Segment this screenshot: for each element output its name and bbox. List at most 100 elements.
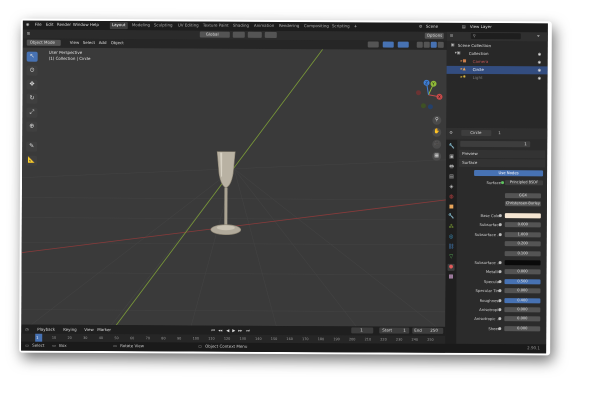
tab-scripting[interactable]: Scripting	[330, 23, 352, 30]
property-value-field[interactable]: 0.400	[504, 297, 541, 303]
add-workspace-button[interactable]: +	[354, 23, 357, 29]
pivot-dropdown[interactable]	[232, 31, 245, 38]
render-tab-icon[interactable]: ▣	[448, 154, 455, 161]
play-reverse-icon[interactable]: ◀	[226, 328, 229, 334]
outliner-editor-icon[interactable]: ☰	[450, 33, 454, 39]
perspective-toggle-icon[interactable]: ▦	[432, 151, 442, 161]
distribution-dropdown[interactable]: GGX	[504, 193, 541, 199]
navigation-gizmo[interactable]: X Y Z	[413, 79, 443, 110]
camera-view-icon[interactable]: 🎥	[432, 139, 442, 149]
visibility-eye-icon[interactable]: ◉	[538, 67, 542, 73]
surface-section-header[interactable]: Surface	[459, 158, 546, 168]
modifier-tab-icon[interactable]: 🔧	[448, 214, 455, 221]
timeline-menu-marker[interactable]: Marker	[97, 327, 111, 333]
prev-key-icon[interactable]: ◂◂	[218, 328, 222, 334]
property-value-field[interactable]: 0.000	[504, 269, 541, 275]
visibility-eye-icon[interactable]: ◉	[538, 59, 542, 65]
timeline-editor-icon[interactable]: ◷	[25, 327, 29, 333]
tab-layout[interactable]: Layout	[109, 22, 128, 30]
viewport-menu-object[interactable]: Object	[111, 40, 124, 46]
surface-shader-field[interactable]: Principled BSDF	[505, 180, 544, 186]
next-key-icon[interactable]: ▸▸	[238, 328, 242, 334]
texture-tab-icon[interactable]: ▩	[448, 274, 455, 281]
transform-tool-icon[interactable]: ⊕	[26, 121, 38, 132]
visibility-eye-icon[interactable]: ◉	[538, 51, 542, 57]
viewport-menu-add[interactable]: Add	[99, 40, 107, 46]
particles-tab-icon[interactable]: ⁂	[448, 224, 455, 231]
snap-toggle[interactable]	[247, 31, 262, 38]
property-value-field[interactable]: 0.500	[504, 278, 541, 285]
color-swatch[interactable]	[504, 260, 541, 266]
tab-rendering[interactable]: Rendering	[277, 23, 301, 30]
world-tab-icon[interactable]: ◍	[448, 194, 455, 201]
object-tab-icon[interactable]: ■	[448, 204, 455, 211]
visibility-icon[interactable]	[367, 41, 379, 48]
viewport-menu-select[interactable]: Select	[83, 40, 95, 46]
filter-icon[interactable]: ⏷	[537, 33, 540, 39]
material-tab-icon[interactable]: ●	[447, 263, 455, 271]
solid-shading-button[interactable]	[423, 41, 430, 48]
overlay-toggle[interactable]	[397, 41, 409, 48]
menu-help[interactable]: Help	[90, 22, 99, 28]
property-value-field[interactable]: 0.100	[504, 250, 541, 256]
constraints-tab-icon[interactable]: ⛓	[448, 244, 455, 251]
property-value-field[interactable]: 0.200	[504, 241, 541, 247]
tab-shading[interactable]: Shading	[231, 23, 251, 30]
view-layer-tab-icon[interactable]: ▤	[448, 174, 455, 181]
proportional-edit-toggle[interactable]	[264, 31, 277, 38]
measure-tool-icon[interactable]: 📐	[26, 155, 38, 166]
menu-render[interactable]: Render	[57, 22, 71, 28]
tab-sculpting[interactable]: Sculpting	[152, 22, 175, 29]
zoom-icon[interactable]: ⚲	[432, 115, 442, 125]
property-value-field[interactable]: 0.000	[504, 222, 541, 228]
cursor-tool-icon[interactable]: ⊙	[26, 65, 38, 76]
viewport-menu-view[interactable]: View	[70, 40, 80, 46]
editor-type-icon[interactable]: ⊞	[27, 31, 30, 37]
scene-tab-icon[interactable]: ◈	[448, 184, 455, 191]
property-value-field[interactable]: 0.000	[504, 325, 541, 332]
jump-start-icon[interactable]: ⏮	[211, 328, 215, 334]
visibility-eye-icon[interactable]: ◉	[538, 75, 542, 81]
timeline-menu-playback[interactable]: Playback	[37, 327, 55, 333]
select-box-tool-icon[interactable]: ↖	[26, 51, 38, 62]
annotate-tool-icon[interactable]: ✎	[26, 141, 38, 152]
scale-tool-icon[interactable]: ⤢	[26, 107, 38, 118]
property-value-field[interactable]: 1.000	[504, 231, 541, 238]
property-value-field[interactable]: 0.000	[504, 288, 541, 294]
object-data-tab-icon[interactable]: ▽	[448, 254, 455, 261]
output-tab-icon[interactable]: 🖶	[448, 164, 455, 171]
timeline-menu-view[interactable]: View	[84, 327, 94, 333]
tab-modeling[interactable]: Modeling	[130, 22, 152, 29]
tab-texture-paint[interactable]: Texture Paint	[201, 23, 231, 30]
physics-tab-icon[interactable]: ◎	[448, 234, 455, 241]
property-value-field[interactable]: 0.000	[504, 307, 541, 313]
play-icon[interactable]: ▶	[232, 328, 235, 334]
scene-selector[interactable]: Scene	[426, 24, 438, 30]
jump-end-icon[interactable]: ⏭	[246, 328, 250, 334]
menu-file[interactable]: File	[35, 22, 42, 28]
tab-uv-editing[interactable]: UV Editing	[176, 22, 201, 29]
timeline-menu-keying[interactable]: Keying	[63, 327, 76, 333]
view-layer-selector[interactable]: View Layer	[470, 24, 492, 30]
rotate-tool-icon[interactable]: ↻	[26, 93, 38, 104]
tab-animation[interactable]: Animation	[252, 23, 276, 30]
properties-editor-icon[interactable]: ⚙	[449, 130, 453, 136]
move-tool-icon[interactable]: ✥	[26, 79, 38, 90]
tab-compositing[interactable]: Compositing	[302, 23, 331, 30]
pan-icon[interactable]: ✋	[432, 127, 442, 137]
menu-window[interactable]: Window	[73, 22, 89, 28]
use-nodes-button[interactable]: Use Nodes	[474, 169, 544, 177]
property-value-field[interactable]: 0.000	[504, 316, 541, 322]
tool-tab-icon[interactable]: 🔧	[448, 144, 455, 151]
blender-logo-icon[interactable]: ◉	[26, 22, 30, 28]
material-slot-field[interactable]	[460, 140, 531, 148]
rendered-shading-button[interactable]	[437, 41, 444, 48]
preview-section-header[interactable]: Preview	[459, 149, 546, 159]
material-shading-button[interactable]	[430, 41, 437, 48]
outliner-search-input[interactable]	[470, 32, 521, 40]
subsurface-method-dropdown[interactable]: Christensen-Burley	[504, 201, 541, 207]
outliner-row-light[interactable]: ▸✸ Light ◉	[447, 74, 548, 83]
wireframe-shading-button[interactable]	[416, 41, 423, 48]
gizmo-toggle[interactable]	[382, 41, 394, 48]
3d-viewport[interactable]: User Perspective (1) Collection | Circle…	[21, 47, 447, 327]
